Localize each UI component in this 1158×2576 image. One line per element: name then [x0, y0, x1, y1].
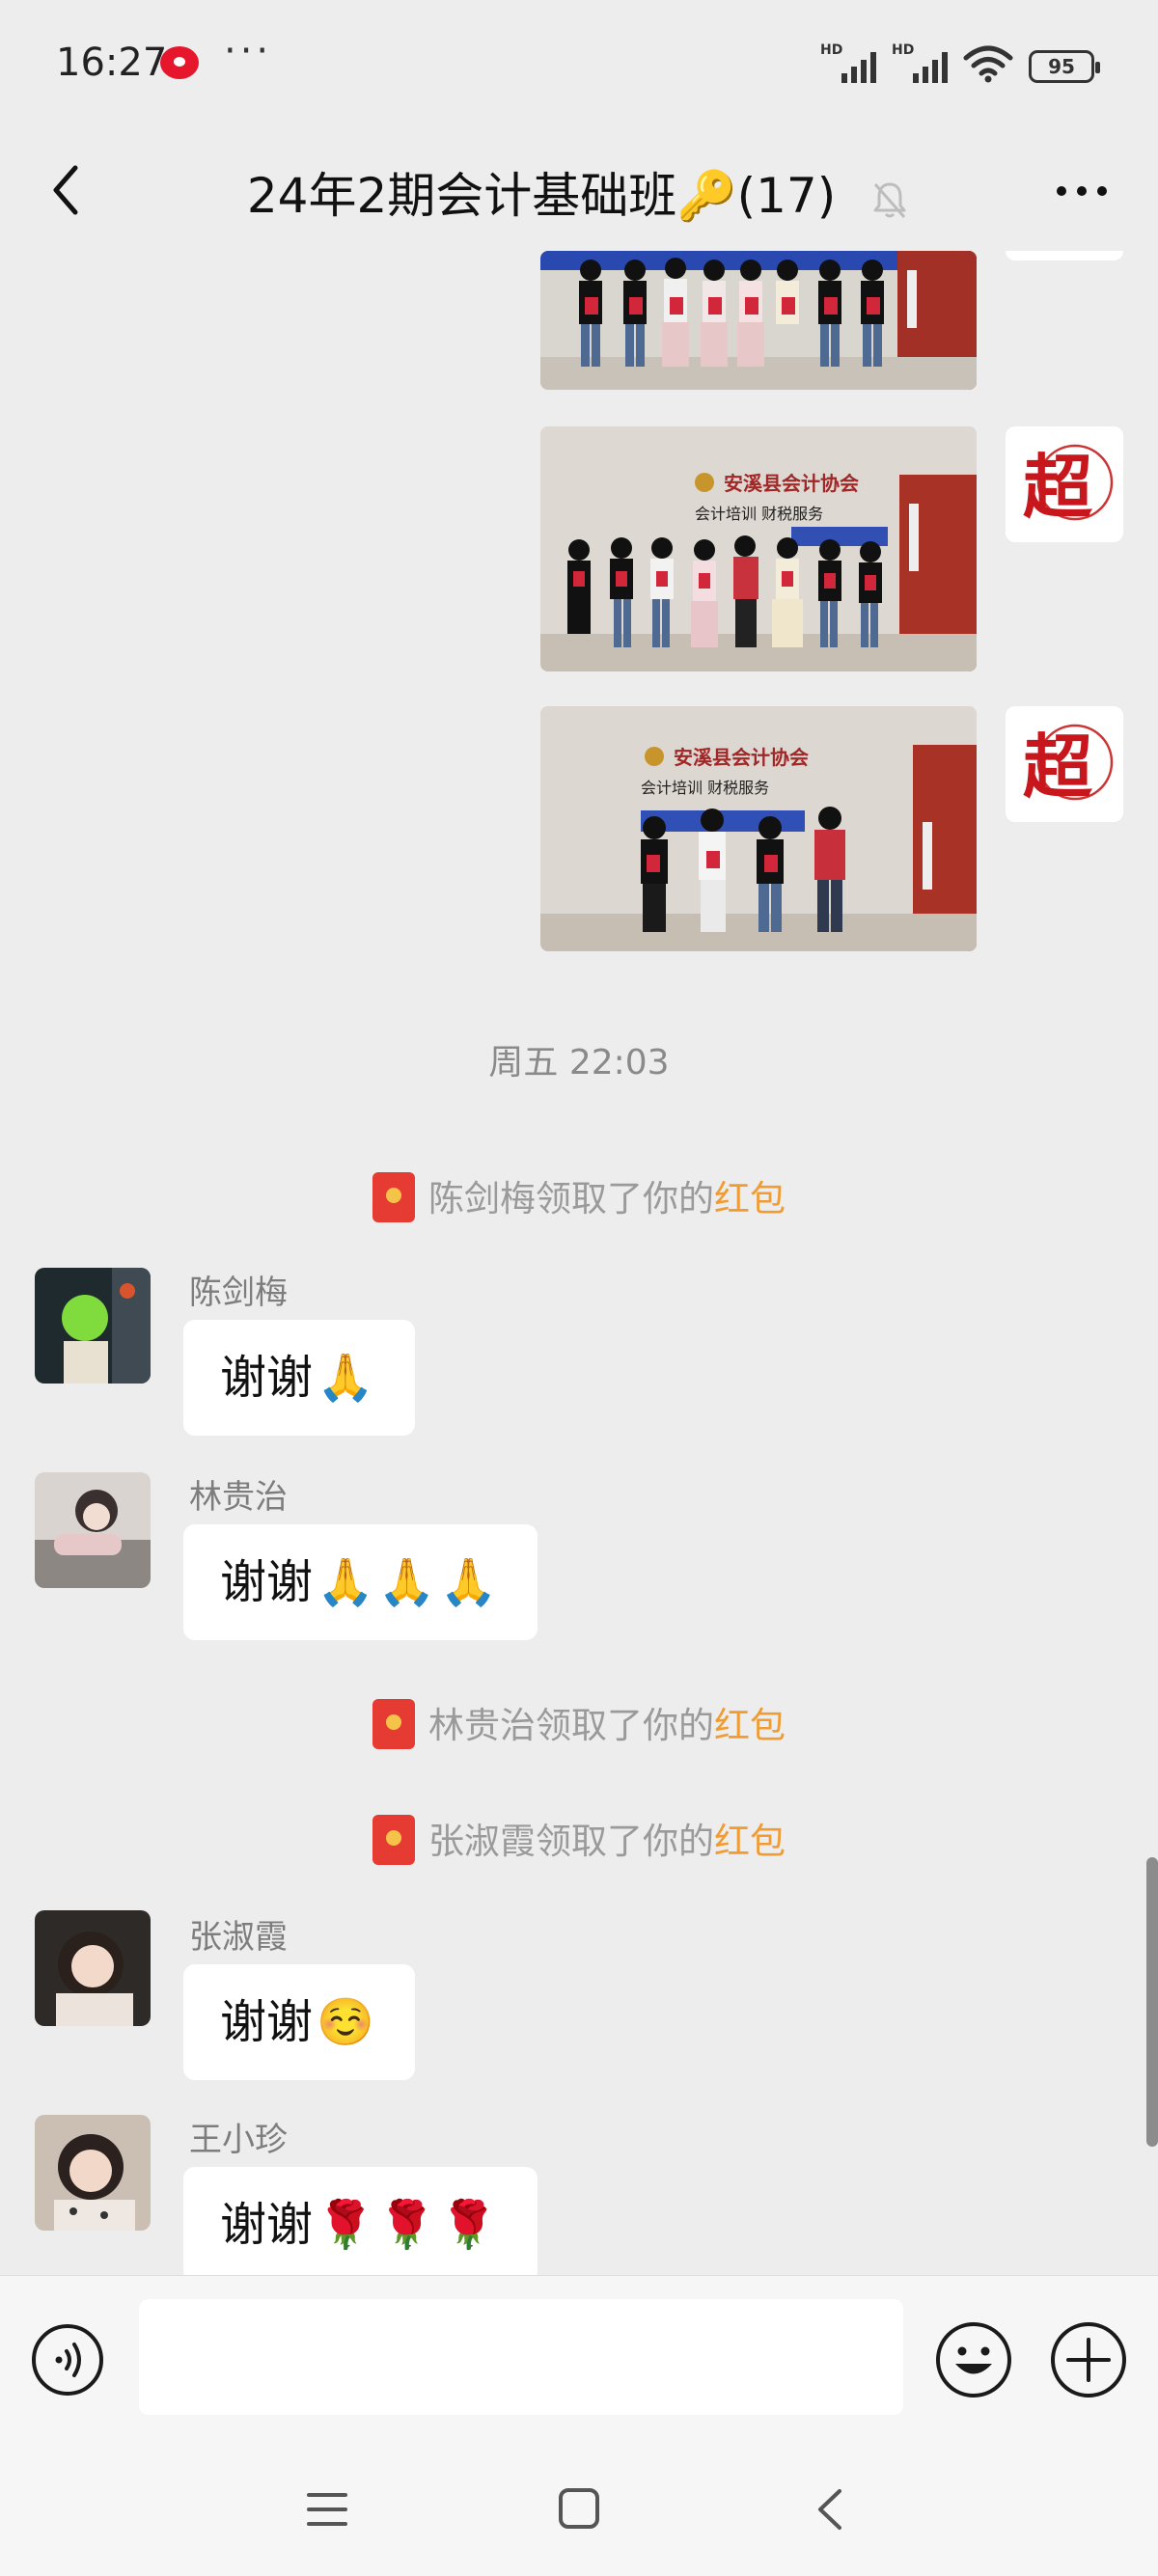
chao-logo-icon: 超 [1023, 724, 1114, 808]
wifi-icon [963, 45, 1013, 83]
group-photo-image: 安溪县会计协会 会计培训 财税服务 [540, 426, 977, 671]
my-avatar[interactable]: 超 [1006, 706, 1123, 822]
message-text: 谢谢 [220, 1995, 314, 2049]
sender-name: 陈剑梅 [189, 1274, 288, 1312]
plus-icon[interactable] [1049, 2320, 1128, 2399]
home-icon[interactable] [556, 2485, 602, 2532]
notice-name: 陈剑梅 [428, 1178, 536, 1219]
avatar[interactable] [35, 2115, 151, 2231]
my-avatar[interactable]: 超 [1006, 426, 1123, 542]
red-packet-icon [372, 1698, 415, 1749]
photo-message[interactable]: 安溪县会计协会 会计培训 财税服务 [540, 426, 977, 671]
menu-icon[interactable] [305, 2487, 349, 2532]
avatar[interactable] [35, 1268, 151, 1384]
chat-title-wrap: 24年2期会计基础班🔑(17) [0, 157, 1158, 227]
chao-logo-icon: 超 [1023, 444, 1114, 528]
svg-text:超: 超 [1023, 446, 1093, 528]
photo-subline: 会计培训 财税服务 [695, 505, 823, 523]
message-text: 谢谢 [220, 1351, 314, 1405]
weibo-icon [160, 46, 199, 79]
red-packet-icon [372, 1814, 415, 1865]
message-bubble[interactable]: 谢谢☺️ [183, 1964, 415, 2080]
photo-message[interactable]: 安溪县会计协会 会计培训 财税服务 [540, 706, 977, 951]
status-bar: 16:27 ··· HD HD 95 [0, 0, 1158, 130]
notice-text: 领取了你的 [536, 1705, 714, 1746]
avatar[interactable] [35, 1472, 151, 1588]
message-bubble[interactable]: 谢谢🌹🌹🌹 [183, 2167, 538, 2275]
red-packet-link[interactable]: 红包 [714, 1705, 786, 1746]
message-list[interactable]: 安溪县会计协会 会计培训 财税服务 超 安溪县会计协会 会计培训 财税服务 超 … [0, 251, 1158, 2275]
photo-banner: 安溪县会计协会 [724, 472, 859, 495]
time-divider: 周五 22:03 [488, 1043, 670, 1082]
message-emoji: 🌹🌹🌹 [317, 2198, 502, 2252]
emoji-icon[interactable] [934, 2320, 1013, 2399]
status-more-indicator: ··· [224, 29, 273, 73]
sender-name: 张淑霞 [189, 1918, 288, 1957]
message-text: 谢谢 [220, 2198, 314, 2252]
voice-icon[interactable] [30, 2322, 105, 2398]
message-bubble[interactable]: 谢谢🙏🙏🙏 [183, 1524, 538, 1640]
battery-level: 95 [1048, 55, 1075, 78]
message-emoji: ☺️ [317, 1995, 378, 2049]
group-photo-image [540, 251, 977, 390]
chat-header: 24年2期会计基础班🔑(17) [0, 130, 1158, 251]
battery-icon: 95 [1029, 50, 1100, 83]
notice-name: 张淑霞 [428, 1821, 536, 1862]
red-packet-link[interactable]: 红包 [714, 1178, 786, 1219]
red-packet-notice: 陈剑梅领取了你的红包 [0, 1169, 1158, 1226]
svg-text:超: 超 [1023, 726, 1093, 808]
red-packet-notice: 林贵治领取了你的红包 [0, 1696, 1158, 1753]
message-emoji: 🙏🙏🙏 [317, 1555, 502, 1609]
notice-text: 领取了你的 [536, 1821, 714, 1862]
avatar[interactable] [35, 1910, 151, 2026]
message-emoji: 🙏 [317, 1351, 378, 1405]
status-icons: HD HD 95 [820, 42, 1100, 83]
photo-message[interactable] [540, 251, 977, 390]
more-icon[interactable] [1048, 157, 1116, 225]
photo-banner: 安溪县会计协会 [674, 746, 809, 769]
red-packet-icon [372, 1171, 415, 1222]
input-bar [0, 2275, 1158, 2450]
status-time: 16:27 [56, 41, 168, 85]
notice-text: 领取了你的 [536, 1178, 714, 1219]
back-nav-icon[interactable] [813, 2483, 847, 2535]
sender-name: 林贵治 [189, 1478, 288, 1517]
system-nav-bar [0, 2449, 1158, 2576]
sender-name: 王小珍 [189, 2121, 288, 2159]
notice-name: 林贵治 [428, 1705, 536, 1746]
photo-subline: 会计培训 财税服务 [641, 779, 769, 797]
scrollbar[interactable] [1146, 1857, 1158, 2147]
group-photo-image: 安溪县会计协会 会计培训 财税服务 [540, 706, 977, 951]
red-packet-notice: 张淑霞领取了你的红包 [0, 1812, 1158, 1869]
message-text: 谢谢 [220, 1555, 314, 1609]
signal-icon: HD [820, 42, 876, 83]
red-packet-link[interactable]: 红包 [714, 1821, 786, 1862]
my-avatar[interactable] [1006, 251, 1123, 260]
mute-bell-icon [873, 182, 906, 218]
message-bubble[interactable]: 谢谢🙏 [183, 1320, 415, 1436]
chat-title[interactable]: 24年2期会计基础班🔑(17) [247, 168, 836, 224]
signal-icon-2: HD [892, 42, 948, 83]
message-input[interactable] [139, 2299, 903, 2415]
